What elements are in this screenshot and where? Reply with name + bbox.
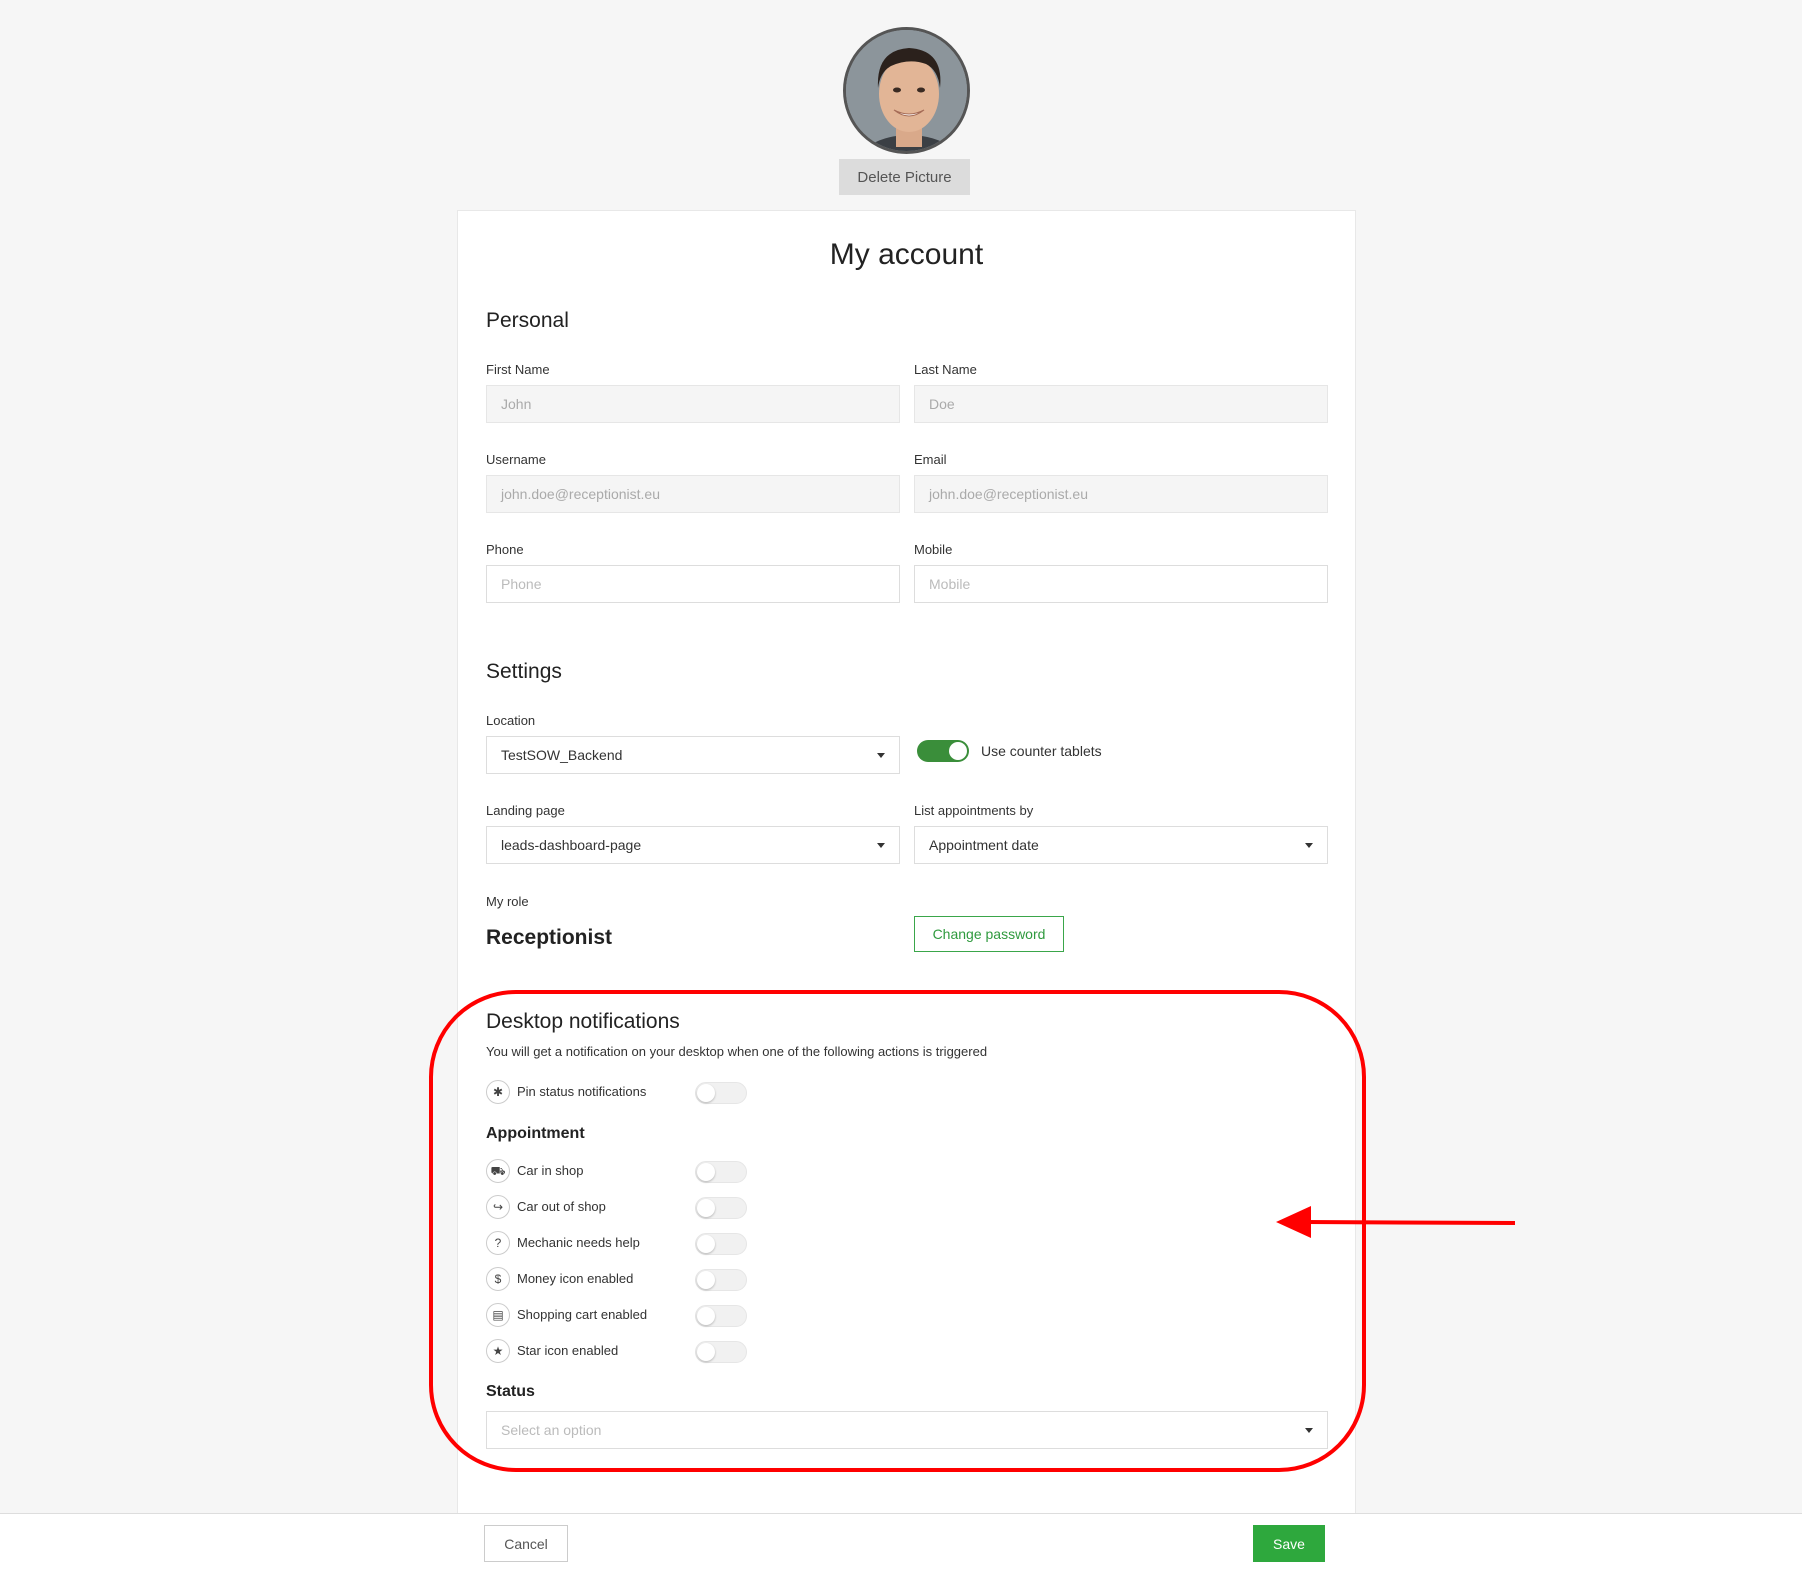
person-photo-icon: [846, 30, 967, 151]
dollar-icon: $: [486, 1267, 510, 1291]
account-card: My account Personal First Name John Last…: [457, 210, 1356, 1515]
mobile-label: Mobile: [914, 542, 953, 557]
page-title: My account: [829, 238, 984, 271]
username-label: Username: [486, 452, 546, 467]
status-heading: Status: [486, 1383, 535, 1400]
notifications-description: You will get a notification on your desk…: [486, 1044, 988, 1059]
location-value: TestSOW_Backend: [501, 747, 623, 763]
mobile-field[interactable]: Mobile: [914, 565, 1328, 603]
landing-page-select[interactable]: leads-dashboard-page: [486, 826, 900, 864]
notification-row: ⛟ Car in shop: [486, 1159, 747, 1185]
toggle-knob: [949, 742, 967, 760]
mechanic-needs-help-toggle[interactable]: [695, 1233, 747, 1255]
shopping-cart-toggle[interactable]: [695, 1305, 747, 1327]
notification-label: Car in shop: [517, 1163, 584, 1178]
chevron-down-icon: [1305, 1428, 1313, 1433]
list-appointments-select[interactable]: Appointment date: [914, 826, 1328, 864]
first-name-field[interactable]: John: [486, 385, 900, 423]
chevron-down-icon: [1305, 843, 1313, 848]
counter-tablets-toggle[interactable]: [917, 740, 969, 762]
question-icon: ?: [486, 1231, 510, 1255]
star-icon-toggle[interactable]: [695, 1341, 747, 1363]
counter-tablets-label: Use counter tablets: [981, 743, 1102, 759]
email-field[interactable]: john.doe@receptionist.eu: [914, 475, 1328, 513]
email-label: Email: [914, 452, 947, 467]
username-field[interactable]: john.doe@receptionist.eu: [486, 475, 900, 513]
delete-picture-button[interactable]: Delete Picture: [839, 159, 970, 195]
save-button[interactable]: Save: [1253, 1525, 1325, 1562]
location-select[interactable]: TestSOW_Backend: [486, 736, 900, 774]
settings-heading: Settings: [486, 660, 562, 683]
notification-label: Star icon enabled: [517, 1343, 619, 1358]
notification-row: ? Mechanic needs help: [486, 1231, 747, 1257]
car-out-of-shop-toggle[interactable]: [695, 1197, 747, 1219]
profile-avatar: [843, 27, 970, 154]
sign-out-icon: ↪: [486, 1195, 510, 1219]
pin-status-toggle[interactable]: [695, 1082, 747, 1104]
first-name-label: First Name: [486, 362, 550, 377]
last-name-label: Last Name: [914, 362, 977, 377]
status-placeholder: Select an option: [501, 1422, 602, 1438]
landing-page-label: Landing page: [486, 803, 565, 818]
chevron-down-icon: [877, 843, 885, 848]
status-select[interactable]: Select an option: [486, 1411, 1328, 1449]
list-appointments-value: Appointment date: [929, 837, 1039, 853]
personal-heading: Personal: [486, 309, 569, 332]
last-name-field[interactable]: Doe: [914, 385, 1328, 423]
landing-page-value: leads-dashboard-page: [501, 837, 642, 853]
notification-label: Shopping cart enabled: [517, 1307, 648, 1322]
desktop-notifications-heading: Desktop notifications: [486, 1010, 680, 1033]
list-appointments-label: List appointments by: [914, 803, 1034, 818]
star-icon: ★: [486, 1339, 510, 1363]
notification-row: ★ Star icon enabled: [486, 1339, 747, 1365]
pin-icon: ✱: [486, 1080, 510, 1104]
my-role-label: My role: [486, 894, 529, 909]
cart-icon: ▤: [486, 1303, 510, 1327]
chevron-down-icon: [877, 753, 885, 758]
notification-row: $ Money icon enabled: [486, 1267, 747, 1293]
notification-label: Mechanic needs help: [517, 1235, 640, 1250]
car-icon: ⛟: [486, 1159, 510, 1183]
change-password-button[interactable]: Change password: [914, 916, 1064, 952]
cancel-button[interactable]: Cancel: [484, 1525, 568, 1562]
money-icon-toggle[interactable]: [695, 1269, 747, 1291]
notification-label: Money icon enabled: [517, 1271, 634, 1286]
role-value: Receptionist: [486, 926, 613, 949]
phone-label: Phone: [486, 542, 524, 557]
car-in-shop-toggle[interactable]: [695, 1161, 747, 1183]
phone-field[interactable]: Phone: [486, 565, 900, 603]
notification-row: ▤ Shopping cart enabled: [486, 1303, 747, 1329]
appointment-heading: Appointment: [486, 1125, 585, 1142]
notification-label: Car out of shop: [517, 1199, 606, 1214]
location-label: Location: [486, 713, 536, 728]
footer-bar: Cancel Save: [0, 1513, 1802, 1570]
pin-status-label: Pin status notifications: [517, 1084, 647, 1099]
notification-row: ↪ Car out of shop: [486, 1195, 747, 1221]
pin-status-row: ✱ Pin status notifications: [486, 1080, 747, 1106]
